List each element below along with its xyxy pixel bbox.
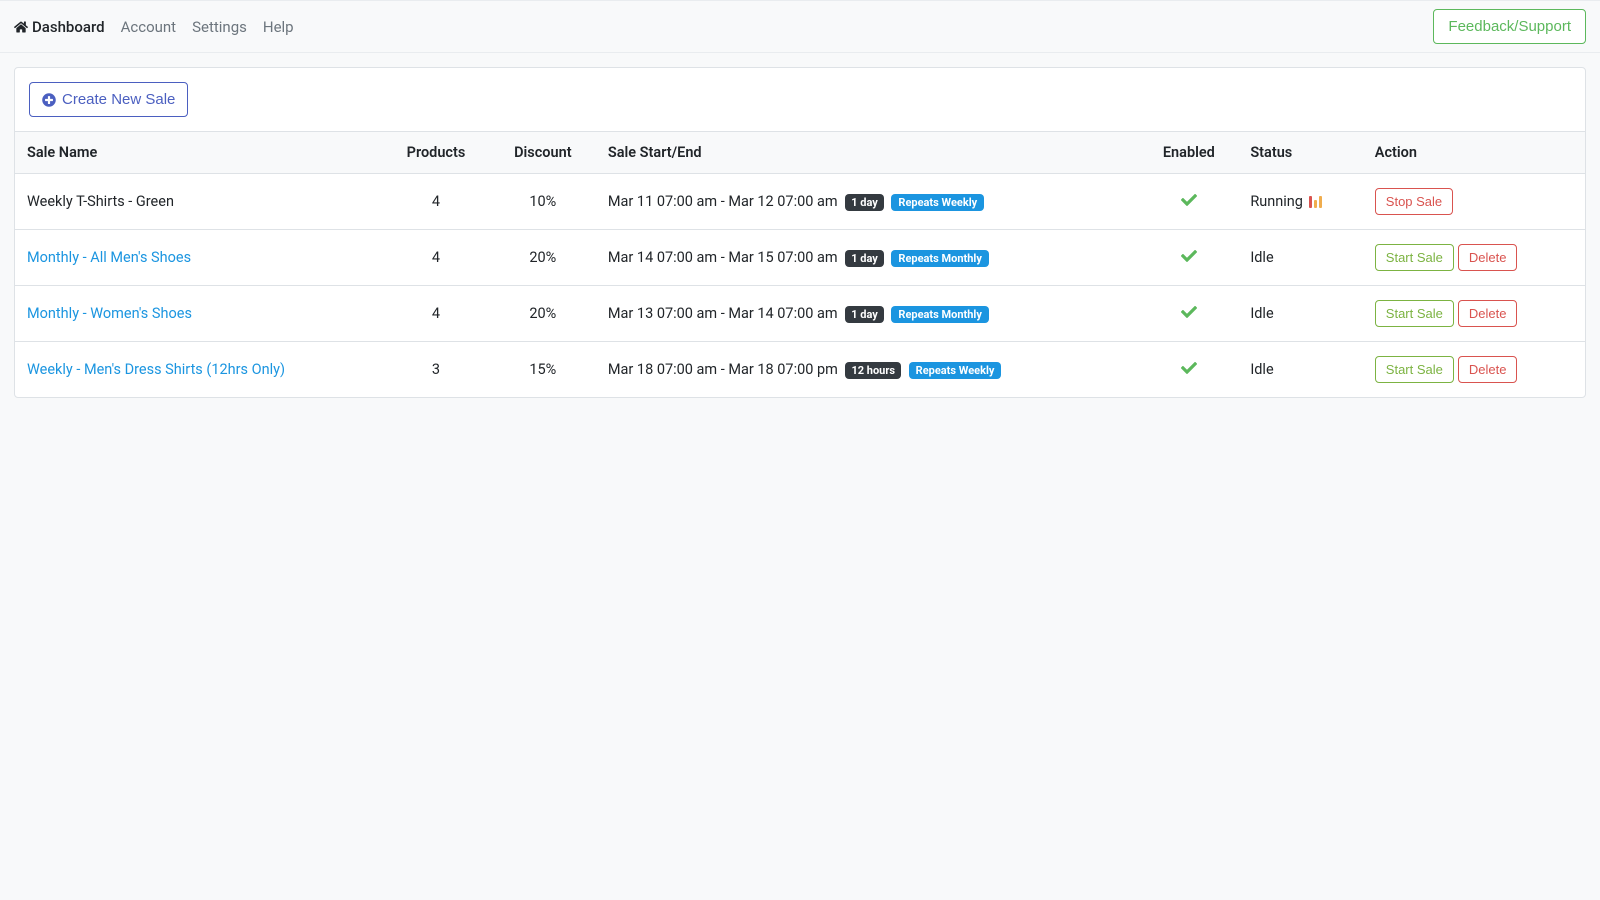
top-navbar: Dashboard Account Settings Help Feedback…	[0, 0, 1600, 53]
col-header-products: Products	[382, 132, 490, 174]
nav-dashboard-label: Dashboard	[32, 18, 105, 36]
home-icon	[14, 20, 28, 34]
sale-name-link[interactable]: Weekly - Men's Dress Shirts (12hrs Only)	[27, 361, 285, 378]
start-sale-button[interactable]: Start Sale	[1375, 300, 1454, 327]
col-header-discount: Discount	[490, 132, 596, 174]
repeat-badge: Repeats Monthly	[891, 306, 988, 323]
nav-account[interactable]: Account	[121, 18, 177, 36]
products-cell: 4	[382, 230, 490, 286]
check-icon	[1181, 360, 1197, 376]
enabled-cell	[1139, 342, 1238, 398]
status-text: Running	[1250, 193, 1303, 210]
delete-button[interactable]: Delete	[1458, 300, 1518, 327]
dates-cell: Mar 14 07:00 am - Mar 15 07:00 am 1 day …	[596, 230, 1140, 286]
repeat-badge: Repeats Weekly	[909, 362, 1002, 379]
nav-dashboard[interactable]: Dashboard	[14, 18, 105, 36]
running-animation-icon	[1309, 196, 1322, 208]
repeat-badge: Repeats Monthly	[891, 250, 988, 267]
enabled-cell	[1139, 174, 1238, 230]
dates-cell: Mar 13 07:00 am - Mar 14 07:00 am 1 day …	[596, 286, 1140, 342]
duration-badge: 1 day	[845, 194, 884, 211]
status-cell: Idle	[1238, 342, 1362, 398]
start-sale-button[interactable]: Start Sale	[1375, 356, 1454, 383]
status-text: Idle	[1250, 361, 1273, 378]
status-text: Idle	[1250, 305, 1273, 322]
status-text: Idle	[1250, 249, 1273, 266]
discount-cell: 10%	[490, 174, 596, 230]
create-new-sale-button[interactable]: Create New Sale	[29, 82, 188, 117]
table-row: Weekly - Men's Dress Shirts (12hrs Only)…	[15, 342, 1585, 398]
col-header-status: Status	[1238, 132, 1362, 174]
col-header-startend: Sale Start/End	[596, 132, 1140, 174]
table-row: Monthly - Women's Shoes 420%Mar 13 07:00 …	[15, 286, 1585, 342]
discount-cell: 20%	[490, 230, 596, 286]
repeat-badge: Repeats Weekly	[891, 194, 984, 211]
check-icon	[1181, 192, 1197, 208]
nav-settings[interactable]: Settings	[192, 18, 247, 36]
nav-help[interactable]: Help	[263, 18, 294, 36]
dates-cell: Mar 11 07:00 am - Mar 12 07:00 am 1 day …	[596, 174, 1140, 230]
status-cell: Idle	[1238, 286, 1362, 342]
dates-cell: Mar 18 07:00 am - Mar 18 07:00 pm 12 hou…	[596, 342, 1140, 398]
sales-table: Sale Name Products Discount Sale Start/E…	[15, 131, 1585, 397]
main-panel: Create New Sale Sale Name Products Disco…	[14, 67, 1586, 398]
duration-badge: 1 day	[845, 250, 884, 267]
discount-cell: 15%	[490, 342, 596, 398]
feedback-support-button[interactable]: Feedback/Support	[1433, 9, 1586, 44]
status-cell: Idle	[1238, 230, 1362, 286]
create-new-sale-label: Create New Sale	[62, 91, 175, 108]
duration-badge: 12 hours	[845, 362, 901, 379]
sale-name-text: Weekly T-Shirts - Green	[27, 193, 174, 210]
table-row: Monthly - All Men's Shoes 420%Mar 14 07:0…	[15, 230, 1585, 286]
check-icon	[1181, 248, 1197, 264]
nav-links: Dashboard Account Settings Help	[14, 18, 294, 36]
products-cell: 4	[382, 286, 490, 342]
delete-button[interactable]: Delete	[1458, 356, 1518, 383]
table-row: Weekly T-Shirts - Green 410%Mar 11 07:00 …	[15, 174, 1585, 230]
products-cell: 3	[382, 342, 490, 398]
panel-header: Create New Sale	[15, 68, 1585, 131]
action-cell: Start SaleDelete	[1363, 286, 1585, 342]
products-cell: 4	[382, 174, 490, 230]
enabled-cell	[1139, 230, 1238, 286]
delete-button[interactable]: Delete	[1458, 244, 1518, 271]
duration-badge: 1 day	[845, 306, 884, 323]
col-header-name: Sale Name	[15, 132, 382, 174]
col-header-action: Action	[1363, 132, 1585, 174]
stop-sale-button[interactable]: Stop Sale	[1375, 188, 1453, 215]
action-cell: Start SaleDelete	[1363, 342, 1585, 398]
action-cell: Start SaleDelete	[1363, 230, 1585, 286]
sale-name-link[interactable]: Monthly - All Men's Shoes	[27, 249, 191, 266]
status-cell: Running	[1238, 174, 1362, 230]
sale-name-link[interactable]: Monthly - Women's Shoes	[27, 305, 192, 322]
start-sale-button[interactable]: Start Sale	[1375, 244, 1454, 271]
plus-circle-icon	[42, 93, 56, 107]
col-header-enabled: Enabled	[1139, 132, 1238, 174]
check-icon	[1181, 304, 1197, 320]
action-cell: Stop Sale	[1363, 174, 1585, 230]
enabled-cell	[1139, 286, 1238, 342]
discount-cell: 20%	[490, 286, 596, 342]
